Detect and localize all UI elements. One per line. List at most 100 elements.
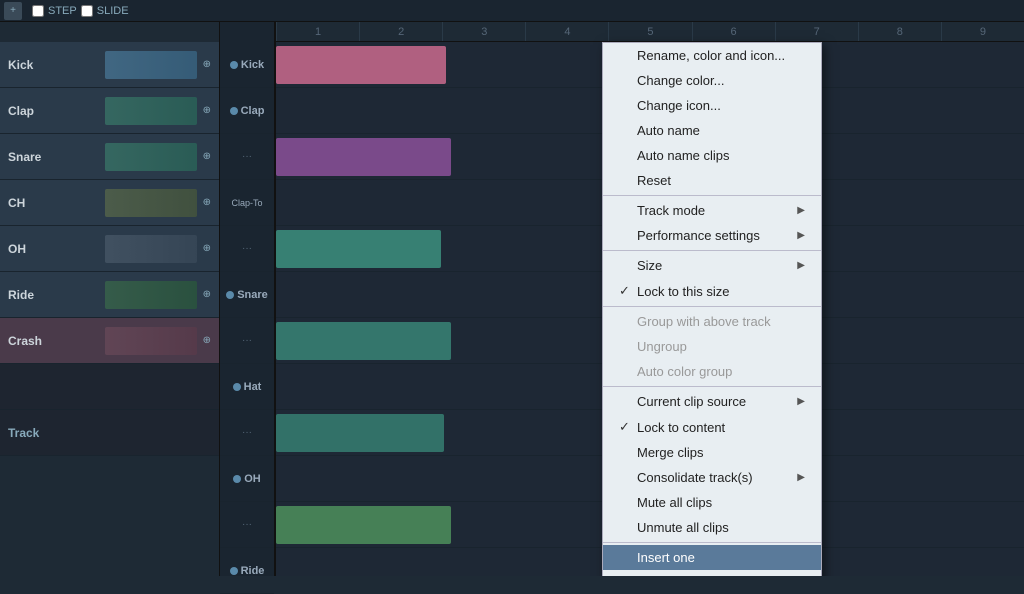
menu-sep-3 [603,306,821,307]
track-label-oh: OH [8,242,99,256]
menu-item-auto-name[interactable]: Auto name [603,118,821,143]
menu-item-size[interactable]: Size ▶ [603,253,821,278]
track-item-snare[interactable]: Snare ⊕ [0,134,219,180]
track-icon-crash[interactable]: ⊕ [203,335,211,346]
mid-row-clap: Clap [220,88,274,134]
track-list: Kick ⊕ Clap ⊕ Snare ⊕ CH ⊕ OH ⊕ Ride ⊕ [0,22,220,576]
track-item-crash[interactable]: Crash ⊕ [0,318,219,364]
menu-label-lock-to-content: Lock to content [637,420,725,435]
mid-row-dots1: ··· [220,134,274,180]
menu-item-auto-color-group: Auto color group [603,359,821,384]
menu-label-unmute-all: Unmute all clips [637,520,729,535]
add-track-icon[interactable]: + [4,2,22,20]
slide-label: SLIDE [97,5,129,17]
menu-label-auto-name-clips: Auto name clips [637,148,730,163]
menu-item-performance-settings[interactable]: Performance settings ▶ [603,223,821,248]
mid-row-dots3: ··· [220,318,274,364]
menu-item-current-clip-source[interactable]: Current clip source ▶ [603,389,821,414]
track-label-crash: Crash [8,334,99,348]
menu-item-clone[interactable]: Clone... [603,570,821,576]
menu-item-group-above: Group with above track [603,309,821,334]
menu-item-auto-name-clips[interactable]: Auto name clips [603,143,821,168]
track-label-snare: Snare [8,150,99,164]
track-mode-arrow: ▶ [797,205,805,216]
menu-item-lock-to-size[interactable]: ✓ Lock to this size [603,278,821,304]
clip-source-arrow: ▶ [797,396,805,407]
perf-arrow: ▶ [797,230,805,241]
track-icon-clap[interactable]: ⊕ [203,105,211,116]
context-menu-overlay: Rename, color and icon... Change color..… [276,22,1024,576]
menu-label-ungroup: Ungroup [637,339,687,354]
menu-item-ungroup: Ungroup [603,334,821,359]
track-label-kick: Kick [8,58,99,72]
track-icon-kick[interactable]: ⊕ [203,59,211,70]
lock-content-check: ✓ [619,419,633,435]
menu-label-rename: Rename, color and icon... [637,48,785,63]
mid-row-oh: OH [220,456,274,502]
context-menu: Rename, color and icon... Change color..… [602,42,822,576]
track-wave-crash [105,327,196,355]
mid-row-dots2: ··· [220,226,274,272]
menu-label-group-above: Group with above track [637,314,771,329]
mid-row-kick: Kick [220,42,274,88]
menu-item-lock-to-content[interactable]: ✓ Lock to content [603,414,821,440]
track-item-ride[interactable]: Ride ⊕ [0,272,219,318]
menu-item-change-color[interactable]: Change color... [603,68,821,93]
menu-sep-4 [603,386,821,387]
menu-item-reset[interactable]: Reset [603,168,821,193]
track-icon-ride[interactable]: ⊕ [203,289,211,300]
menu-sep-1 [603,195,821,196]
consolidate-arrow: ▶ [797,472,805,483]
menu-label-lock-to-size: Lock to this size [637,284,730,299]
menu-label-merge-clips: Merge clips [637,445,703,460]
mid-row-clapto: Clap-To [220,180,274,226]
track-item-oh[interactable]: OH ⊕ [0,226,219,272]
lock-size-check: ✓ [619,283,633,299]
menu-label-current-clip-source: Current clip source [637,394,746,409]
step-checkbox[interactable] [32,5,44,17]
menu-item-merge-clips[interactable]: Merge clips [603,440,821,465]
menu-item-unmute-all[interactable]: Unmute all clips [603,515,821,540]
track-icon-ch[interactable]: ⊕ [203,197,211,208]
menu-item-rename[interactable]: Rename, color and icon... [603,43,821,68]
track-wave-ch [105,189,196,217]
track-icon-oh[interactable]: ⊕ [203,243,211,254]
mid-row-ride: Ride [220,548,274,594]
mid-row-snare: Snare [220,272,274,318]
mid-column: Kick Clap ··· Clap-To ··· Snare ··· Hat … [220,22,276,576]
track-item-kick[interactable]: Kick ⊕ [0,42,219,88]
track-wave-snare [105,143,196,171]
menu-item-insert-one[interactable]: Insert one [603,545,821,570]
track-label-ride: Ride [8,288,99,302]
mid-row-dots5: ··· [220,502,274,548]
track-icon-snare[interactable]: ⊕ [203,151,211,162]
track-wave-oh [105,235,196,263]
track-wave-clap [105,97,196,125]
sequencer: 1 2 3 4 5 6 7 8 9 [276,22,1024,576]
main-area: Kick ⊕ Clap ⊕ Snare ⊕ CH ⊕ OH ⊕ Ride ⊕ [0,22,1024,576]
slide-checkbox[interactable] [81,5,93,17]
size-arrow: ▶ [797,260,805,271]
menu-label-size: Size [637,258,662,273]
menu-sep-5 [603,542,821,543]
track-label-clap: Clap [8,104,99,118]
menu-label-insert-one: Insert one [637,550,695,565]
menu-item-track-mode[interactable]: Track mode ▶ [603,198,821,223]
menu-item-consolidate[interactable]: Consolidate track(s) ▶ [603,465,821,490]
step-label: STEP [48,5,77,17]
menu-label-auto-color-group: Auto color group [637,364,732,379]
menu-item-change-icon[interactable]: Change icon... [603,93,821,118]
mid-row-hat: Hat [220,364,274,410]
track-item-clap[interactable]: Clap ⊕ [0,88,219,134]
menu-label-consolidate: Consolidate track(s) [637,470,753,485]
menu-label-performance-settings: Performance settings [637,228,760,243]
toolbar: + STEP SLIDE [0,0,1024,22]
menu-item-mute-all[interactable]: Mute all clips [603,490,821,515]
track-label-ch: CH [8,196,99,210]
menu-label-change-icon: Change icon... [637,98,721,113]
track-wave-kick [105,51,196,79]
track-item-ch[interactable]: CH ⊕ [0,180,219,226]
menu-label-reset: Reset [637,173,671,188]
track-wave-ride [105,281,196,309]
menu-sep-2 [603,250,821,251]
